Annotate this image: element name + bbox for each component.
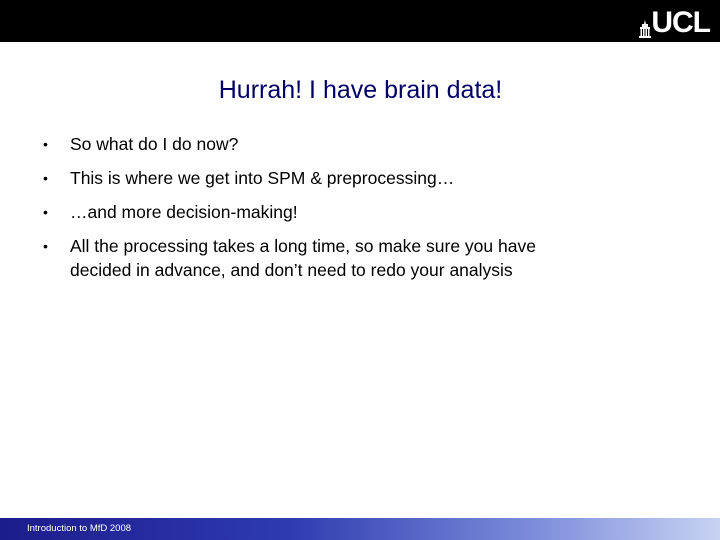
- header-bar: UCL: [0, 0, 720, 42]
- bullet-icon: •: [43, 136, 48, 152]
- bullet-item: • …and more decision-making!: [40, 200, 570, 224]
- logo-text: UCL: [651, 6, 711, 39]
- portico-icon: [639, 20, 652, 38]
- bullet-icon: •: [43, 170, 48, 186]
- footer-bar: Introduction to MfD 2008: [0, 518, 720, 540]
- footer-text: Introduction to MfD 2008: [27, 523, 132, 534]
- bullet-icon: •: [43, 204, 48, 220]
- bullet-text: This is where we get into SPM & preproce…: [70, 168, 455, 188]
- bullet-item: • So what do I do now?: [40, 132, 570, 156]
- ucl-logo: UCL: [639, 6, 711, 39]
- slide-title: Hurrah! I have brain data!: [218, 76, 503, 104]
- bullet-text: All the processing takes a long time, so…: [70, 236, 536, 280]
- bullet-text: So what do I do now?: [70, 134, 239, 154]
- bullet-list: • So what do I do now? • This is where w…: [40, 132, 570, 292]
- bullet-icon: •: [43, 238, 48, 254]
- bullet-item: • This is where we get into SPM & prepro…: [40, 166, 570, 190]
- bullet-text: …and more decision-making!: [70, 202, 298, 222]
- bullet-item: • All the processing takes a long time, …: [40, 234, 570, 282]
